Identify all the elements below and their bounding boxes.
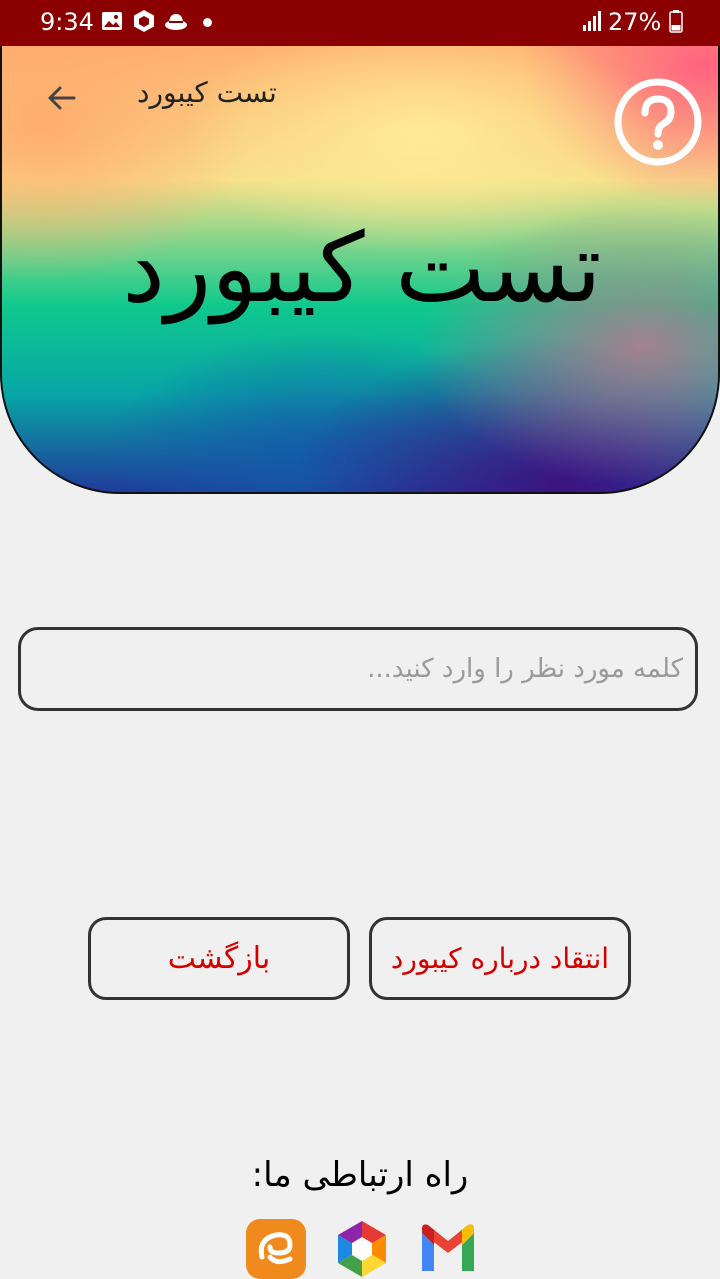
status-time: 9:34: [40, 8, 94, 36]
battery-percent: 27%: [608, 8, 662, 36]
back-button[interactable]: بازگشت: [88, 917, 350, 1000]
gmail-icon[interactable]: [418, 1219, 478, 1279]
word-input[interactable]: [18, 627, 698, 711]
app-hexagon-icon: [134, 10, 154, 32]
keyboard-feedback-button[interactable]: انتقاد درباره کیبورد: [369, 917, 631, 1000]
hero-title: تست کیبورد: [122, 212, 602, 324]
eitaa-icon[interactable]: [246, 1219, 306, 1279]
battery-icon: [669, 10, 683, 33]
header-title: تست کیبورد: [137, 76, 277, 109]
header-banner: تست کیبورد تست کیبورد: [0, 46, 720, 494]
rubika-icon[interactable]: [332, 1219, 392, 1279]
help-icon[interactable]: [613, 77, 703, 167]
notification-dot-icon: [203, 18, 212, 27]
back-arrow-icon[interactable]: [44, 80, 80, 116]
contact-label: راه ارتباطی ما:: [251, 1155, 469, 1195]
signal-icon: [583, 11, 601, 31]
hat-icon: [165, 14, 187, 30]
image-icon: [102, 12, 122, 30]
status-bar: 9:34 27%: [0, 0, 720, 46]
screen: 9:34 27% تست کیبورد تست کیبورد کلمه مورد…: [0, 0, 720, 1279]
